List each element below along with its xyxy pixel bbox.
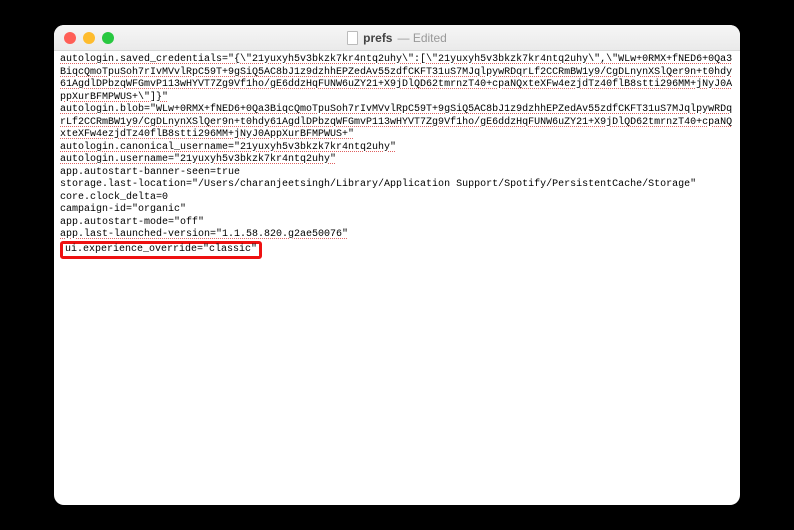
traffic-lights [64,32,114,44]
text-line: autologin.canonical_username="21yuxyh5v3… [60,142,734,155]
text-line: app.last-launched-version="1.1.58.820.g2… [60,229,734,242]
document-icon [347,31,358,45]
text-line: campaign-id="organic" [60,204,734,217]
minimize-icon[interactable] [83,32,95,44]
text-line: autologin.username="21yuxyh5v3bkzk7kr4nt… [60,154,734,167]
text-line: autologin.blob="WLw+0RMX+fNED6+0Qa3BiqcQ… [60,104,734,142]
text-content[interactable]: autologin.saved_credentials="{\"21yuxyh5… [54,51,740,505]
titlebar[interactable]: prefs — Edited [54,25,740,51]
highlight-container: ui.experience_override="classic" [60,242,734,260]
highlighted-text-line: ui.experience_override="classic" [65,244,257,257]
editor-window: prefs — Edited autologin.saved_credentia… [54,25,740,505]
maximize-icon[interactable] [102,32,114,44]
window-title: prefs — Edited [54,31,740,45]
text-line: core.clock_delta=0 [60,192,734,205]
close-icon[interactable] [64,32,76,44]
text-line: app.autostart-mode="off" [60,217,734,230]
document-name: prefs [363,31,392,45]
text-line: autologin.saved_credentials="{\"21yuxyh5… [60,54,734,104]
highlighted-setting: ui.experience_override="classic" [60,241,262,260]
text-line: app.autostart-banner-seen=true [60,167,734,180]
edited-indicator: — Edited [397,31,446,45]
text-line: storage.last-location="/Users/charanjeet… [60,179,734,192]
